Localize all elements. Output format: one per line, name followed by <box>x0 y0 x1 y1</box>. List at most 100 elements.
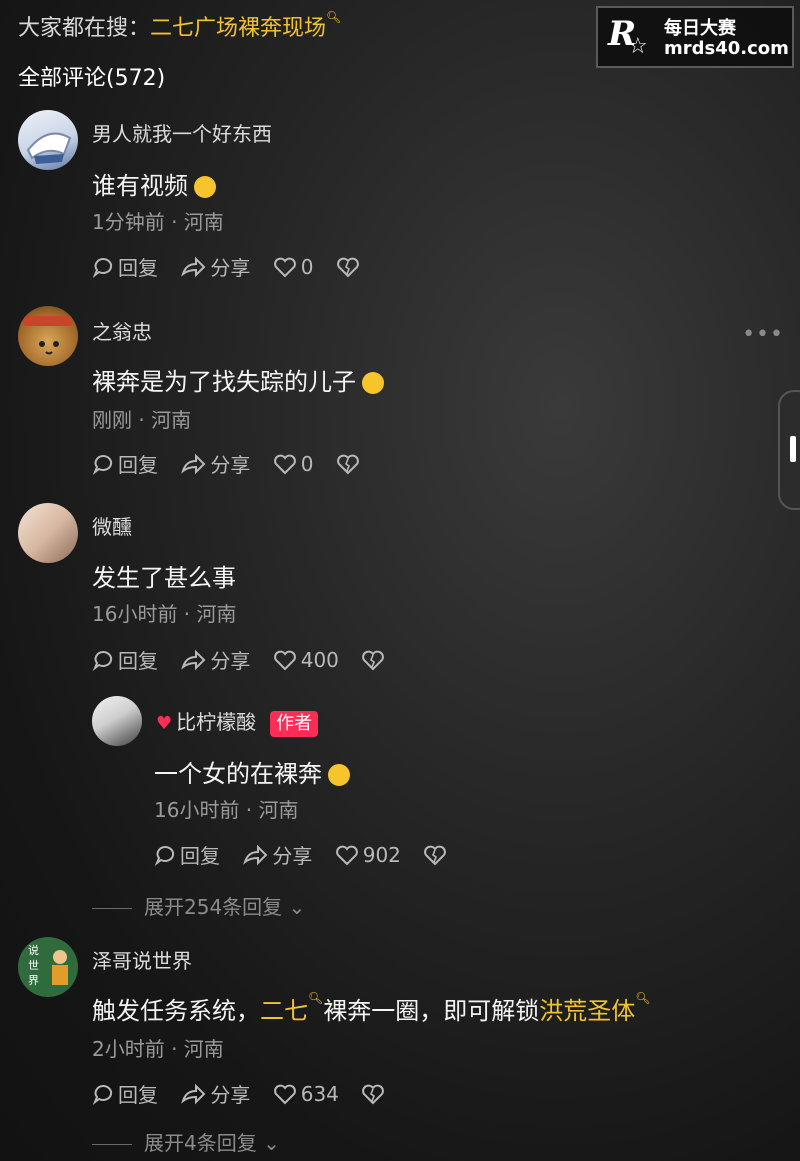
expand-replies-label: 展开254条回复 <box>144 895 283 919</box>
heart-icon <box>273 1084 296 1104</box>
broken-heart-icon <box>336 454 359 474</box>
share-button[interactable]: 分享 <box>242 840 312 869</box>
comment-text: 谁有视频 <box>92 166 216 201</box>
dislike-button[interactable] <box>336 256 364 278</box>
laughing-crying-emoji-icon <box>328 764 350 786</box>
broken-heart-icon <box>336 257 359 277</box>
share-icon <box>181 649 206 670</box>
side-drawer-handle[interactable] <box>778 390 800 510</box>
comment-text: 一个女的在裸奔 <box>154 754 350 789</box>
reply-label: 回复 <box>118 453 158 477</box>
expand-replies-button[interactable]: 展开4条回复 ⌄ <box>92 1127 280 1156</box>
comment-actions: 回复 分享 400 <box>92 645 405 676</box>
reply-icon <box>92 1084 113 1105</box>
share-icon <box>181 256 206 277</box>
keyword-link[interactable]: 二七 <box>260 997 308 1025</box>
hot-search-bar[interactable]: 大家都在搜：二七广场裸奔现场🔍︎ <box>18 10 341 42</box>
like-count: 400 <box>300 647 339 672</box>
laughing-crying-emoji-icon <box>194 176 216 198</box>
comment-time-location: 16小时前 · 河南 <box>92 602 237 626</box>
like-button[interactable]: 400 <box>273 648 339 672</box>
like-button[interactable]: 902 <box>335 843 401 867</box>
share-label: 分享 <box>210 256 251 280</box>
reply-button[interactable]: 回复 <box>92 1079 158 1108</box>
keyword-link[interactable]: 洪荒圣体 <box>539 997 635 1025</box>
share-button[interactable]: 分享 <box>180 449 250 478</box>
author-badge: 作者 <box>270 711 319 737</box>
share-label: 分享 <box>272 844 313 868</box>
reply-button[interactable]: 回复 <box>92 252 158 281</box>
like-button[interactable]: 0 <box>273 254 314 279</box>
comment-text-content: 触发任务系统， <box>92 997 260 1025</box>
loudly-crying-emoji-icon <box>362 372 384 394</box>
avatar[interactable] <box>92 696 142 746</box>
chevron-down-icon: ⌄ <box>282 895 306 919</box>
like-button[interactable]: 0 <box>273 451 314 476</box>
comment-username[interactable]: 泽哥说世界 <box>92 945 192 974</box>
comment-text: 裸奔是为了找失踪的儿子 <box>92 362 384 397</box>
dislike-button[interactable] <box>361 649 389 671</box>
comment-time-location: 刚刚 · 河南 <box>92 408 192 432</box>
reply-label: 回复 <box>118 649 158 673</box>
dislike-button[interactable] <box>361 1083 389 1105</box>
comment-username[interactable]: 之翁忠 <box>92 316 152 345</box>
comment-actions: 回复 分享 902 <box>154 840 467 871</box>
more-options-icon[interactable]: ••• <box>742 322 784 347</box>
expand-replies-label: 展开4条回复 <box>144 1131 257 1155</box>
reply-label: 回复 <box>118 1083 158 1107</box>
watermark-url: mrds40.com <box>664 38 789 59</box>
broken-heart-icon <box>362 1084 385 1104</box>
share-button[interactable]: 分享 <box>180 645 250 674</box>
divider-line <box>92 1144 132 1145</box>
broken-heart-icon <box>362 650 385 670</box>
reply-button[interactable]: 回复 <box>92 449 158 478</box>
share-button[interactable]: 分享 <box>180 252 250 281</box>
watermark-logo: R ☆ 每日大赛 mrds40.com <box>596 6 794 68</box>
comment-actions: 回复 分享 0 <box>92 449 380 480</box>
reply-icon <box>92 454 113 475</box>
dislike-button[interactable] <box>336 453 364 475</box>
reply-button[interactable]: 回复 <box>92 645 158 674</box>
search-icon: 🔍︎ <box>635 991 651 1005</box>
share-button[interactable]: 分享 <box>180 1079 250 1108</box>
chevron-down-icon: ⌄ <box>256 1131 280 1155</box>
like-count: 0 <box>300 451 314 476</box>
comment-username[interactable]: 微醺 <box>92 511 132 540</box>
heart-icon <box>335 845 358 865</box>
comment-time-location: 16小时前 · 河南 <box>154 798 299 822</box>
avatar[interactable] <box>18 306 78 366</box>
comment-count: 全部评论(572) <box>18 66 166 91</box>
avatar[interactable]: 说 世 界 <box>18 937 78 997</box>
reply-username-row: ♥ 比柠檬酸 作者 <box>156 706 319 737</box>
share-label: 分享 <box>210 649 251 673</box>
heart-icon: ♥ <box>156 713 173 734</box>
comment-text-content: 一个女的在裸奔 <box>154 760 322 788</box>
avatar[interactable] <box>18 110 78 170</box>
avatar-text-char: 说 <box>28 944 39 957</box>
comment-text-content: 裸奔一圈，即可解锁 <box>323 997 540 1025</box>
search-icon: 🔍︎ <box>326 10 342 24</box>
comment-actions: 回复 分享 634 <box>92 1079 405 1110</box>
expand-replies-button[interactable]: 展开254条回复 ⌄ <box>92 891 305 920</box>
dislike-button[interactable] <box>423 844 451 866</box>
comment-username[interactable]: 比柠檬酸 <box>176 710 256 734</box>
comment-time-location: 2小时前 · 河南 <box>92 1037 224 1061</box>
reply-label: 回复 <box>118 256 158 280</box>
hot-search-prefix: 大家都在搜： <box>18 16 151 41</box>
watermark-title: 每日大赛 <box>664 18 736 39</box>
reply-button[interactable]: 回复 <box>154 840 220 869</box>
share-label: 分享 <box>210 1083 251 1107</box>
heart-icon <box>273 454 296 474</box>
comment-username[interactable]: 男人就我一个好东西 <box>92 118 272 147</box>
like-button[interactable]: 634 <box>273 1082 339 1106</box>
heart-icon <box>273 257 296 277</box>
avatar[interactable] <box>18 503 78 563</box>
like-count: 0 <box>300 254 314 279</box>
comment-time-location: 1分钟前 · 河南 <box>92 210 224 234</box>
heart-icon <box>273 650 296 670</box>
avatar-text: 说 世 界 <box>28 943 39 988</box>
avatar-text-char: 世 <box>28 959 39 972</box>
hot-search-keyword[interactable]: 二七广场裸奔现场 <box>150 16 326 41</box>
comment-text: 触发任务系统，二七🔍︎裸奔一圈，即可解锁洪荒圣体🔍︎ <box>92 991 650 1026</box>
comment-actions: 回复 分享 0 <box>92 252 380 283</box>
